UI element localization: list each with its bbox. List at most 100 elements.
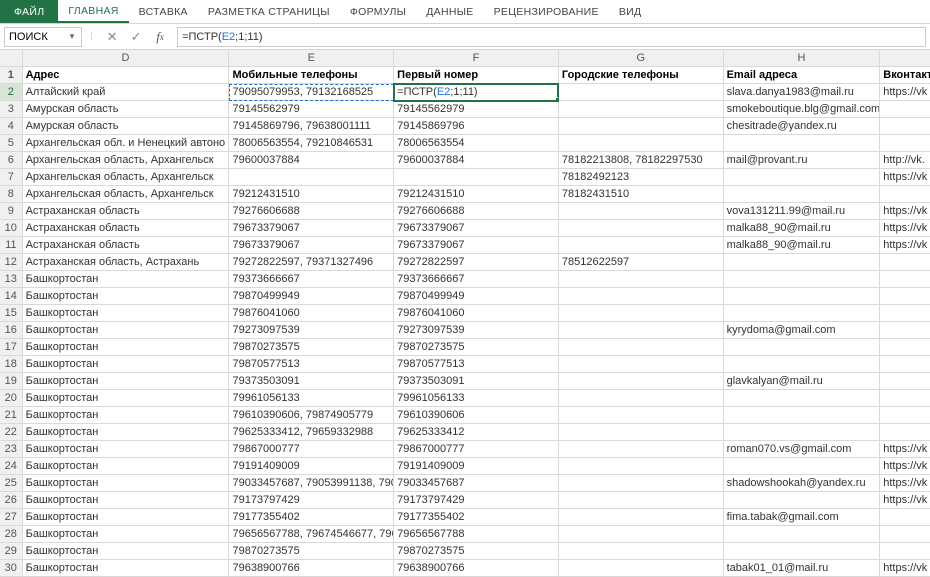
cell-D27[interactable]: Башкортостан	[22, 509, 229, 526]
col-header-E[interactable]: E	[229, 50, 394, 67]
cell-F22[interactable]: 79625333412	[394, 424, 559, 441]
cell-G23[interactable]	[558, 441, 723, 458]
row-header-17[interactable]: 17	[0, 339, 22, 356]
row-header-12[interactable]: 12	[0, 254, 22, 271]
cell-H29[interactable]	[723, 543, 880, 560]
cell-I8[interactable]	[880, 186, 930, 203]
cell-F25[interactable]: 79033457687	[394, 475, 559, 492]
row-header-19[interactable]: 19	[0, 373, 22, 390]
cell-G12[interactable]: 78512622597	[558, 254, 723, 271]
cell-D14[interactable]: Башкортостан	[22, 288, 229, 305]
cell-D4[interactable]: Амурская область	[22, 118, 229, 135]
cell-I5[interactable]	[880, 135, 930, 152]
cell-I24[interactable]: https://vk	[880, 458, 930, 475]
row-header-10[interactable]: 10	[0, 220, 22, 237]
cell-H26[interactable]	[723, 492, 880, 509]
cell-I30[interactable]: https://vk	[880, 560, 930, 577]
cell-F5[interactable]: 78006563554	[394, 135, 559, 152]
cell-H4[interactable]: chesitrade@yandex.ru	[723, 118, 880, 135]
cell-E6[interactable]: 79600037884	[229, 152, 394, 169]
col-header-H[interactable]: H	[723, 50, 880, 67]
cell-D1[interactable]: Адрес	[22, 67, 229, 84]
cell-D13[interactable]: Башкортостан	[22, 271, 229, 288]
cell-D17[interactable]: Башкортостан	[22, 339, 229, 356]
cell-D16[interactable]: Башкортостан	[22, 322, 229, 339]
cell-I18[interactable]	[880, 356, 930, 373]
cell-F24[interactable]: 79191409009	[394, 458, 559, 475]
row-header-9[interactable]: 9	[0, 203, 22, 220]
row-header-21[interactable]: 21	[0, 407, 22, 424]
select-all-corner[interactable]	[0, 50, 22, 67]
cell-H15[interactable]	[723, 305, 880, 322]
col-header-I[interactable]	[880, 50, 930, 67]
cell-G10[interactable]	[558, 220, 723, 237]
cell-D6[interactable]: Архангельская область, Архангельск	[22, 152, 229, 169]
cell-E15[interactable]: 79876041060	[229, 305, 394, 322]
cell-G25[interactable]	[558, 475, 723, 492]
cell-E28[interactable]: 79656567788, 79674546677, 7967	[229, 526, 394, 543]
cell-E30[interactable]: 79638900766	[229, 560, 394, 577]
cell-I23[interactable]: https://vk	[880, 441, 930, 458]
cell-F1[interactable]: Первый номер	[394, 67, 559, 84]
cell-H25[interactable]: shadowshookah@yandex.ru	[723, 475, 880, 492]
tab-review[interactable]: РЕЦЕНЗИРОВАНИЕ	[484, 0, 609, 23]
fill-handle[interactable]	[555, 97, 559, 101]
cell-H17[interactable]	[723, 339, 880, 356]
cell-E14[interactable]: 79870499949	[229, 288, 394, 305]
cell-I9[interactable]: https://vk	[880, 203, 930, 220]
cell-F14[interactable]: 79870499949	[394, 288, 559, 305]
cell-H9[interactable]: vova131211.99@mail.ru	[723, 203, 880, 220]
cell-I7[interactable]: https://vk	[880, 169, 930, 186]
cell-D7[interactable]: Архангельская область, Архангельск	[22, 169, 229, 186]
cell-H7[interactable]	[723, 169, 880, 186]
row-header-26[interactable]: 26	[0, 492, 22, 509]
cell-E16[interactable]: 79273097539	[229, 322, 394, 339]
cell-G30[interactable]	[558, 560, 723, 577]
formula-input[interactable]: =ПСТР(E2;1;11)	[182, 31, 921, 43]
cell-H10[interactable]: malka88_90@mail.ru	[723, 220, 880, 237]
row-header-22[interactable]: 22	[0, 424, 22, 441]
insert-function-icon[interactable]: fx	[149, 27, 171, 47]
cell-H19[interactable]: glavkalyan@mail.ru	[723, 373, 880, 390]
row-header-25[interactable]: 25	[0, 475, 22, 492]
row-header-27[interactable]: 27	[0, 509, 22, 526]
cell-F6[interactable]: 79600037884	[394, 152, 559, 169]
cell-G11[interactable]	[558, 237, 723, 254]
col-header-D[interactable]: D	[22, 50, 229, 67]
cell-E29[interactable]: 79870273575	[229, 543, 394, 560]
cell-F29[interactable]: 79870273575	[394, 543, 559, 560]
cell-G14[interactable]	[558, 288, 723, 305]
formula-input-wrap[interactable]: =ПСТР(E2;1;11)	[177, 27, 926, 47]
tab-data[interactable]: ДАННЫЕ	[416, 0, 483, 23]
cell-G8[interactable]: 78182431510	[558, 186, 723, 203]
cell-G15[interactable]	[558, 305, 723, 322]
cell-E27[interactable]: 79177355402	[229, 509, 394, 526]
name-box-dropdown-icon[interactable]: ▾	[65, 31, 79, 42]
cell-H12[interactable]	[723, 254, 880, 271]
cell-I1[interactable]: Вконтакте	[880, 67, 930, 84]
cell-D25[interactable]: Башкортостан	[22, 475, 229, 492]
cell-G6[interactable]: 78182213808, 78182297530	[558, 152, 723, 169]
cell-F7[interactable]	[394, 169, 559, 186]
cell-F4[interactable]: 79145869796	[394, 118, 559, 135]
cell-D24[interactable]: Башкортостан	[22, 458, 229, 475]
spreadsheet-grid[interactable]: D E F G H 1 Адрес Мобильные телефоны Пер…	[0, 50, 930, 577]
cell-H14[interactable]	[723, 288, 880, 305]
cell-I29[interactable]	[880, 543, 930, 560]
cell-G2[interactable]	[558, 84, 723, 101]
cell-H3[interactable]: smokeboutique.blg@gmail.com	[723, 101, 880, 118]
cell-I10[interactable]: https://vk	[880, 220, 930, 237]
cell-E23[interactable]: 79867000777	[229, 441, 394, 458]
cell-E25[interactable]: 79033457687, 79053991138, 7906	[229, 475, 394, 492]
cell-G27[interactable]	[558, 509, 723, 526]
cell-H27[interactable]: fima.tabak@gmail.com	[723, 509, 880, 526]
cell-G24[interactable]	[558, 458, 723, 475]
cell-I20[interactable]	[880, 390, 930, 407]
cell-E11[interactable]: 79673379067	[229, 237, 394, 254]
cell-G21[interactable]	[558, 407, 723, 424]
cell-E17[interactable]: 79870273575	[229, 339, 394, 356]
row-header-2[interactable]: 2	[0, 84, 22, 101]
cell-H28[interactable]	[723, 526, 880, 543]
cell-H21[interactable]	[723, 407, 880, 424]
cell-H16[interactable]: kyrydoma@gmail.com	[723, 322, 880, 339]
